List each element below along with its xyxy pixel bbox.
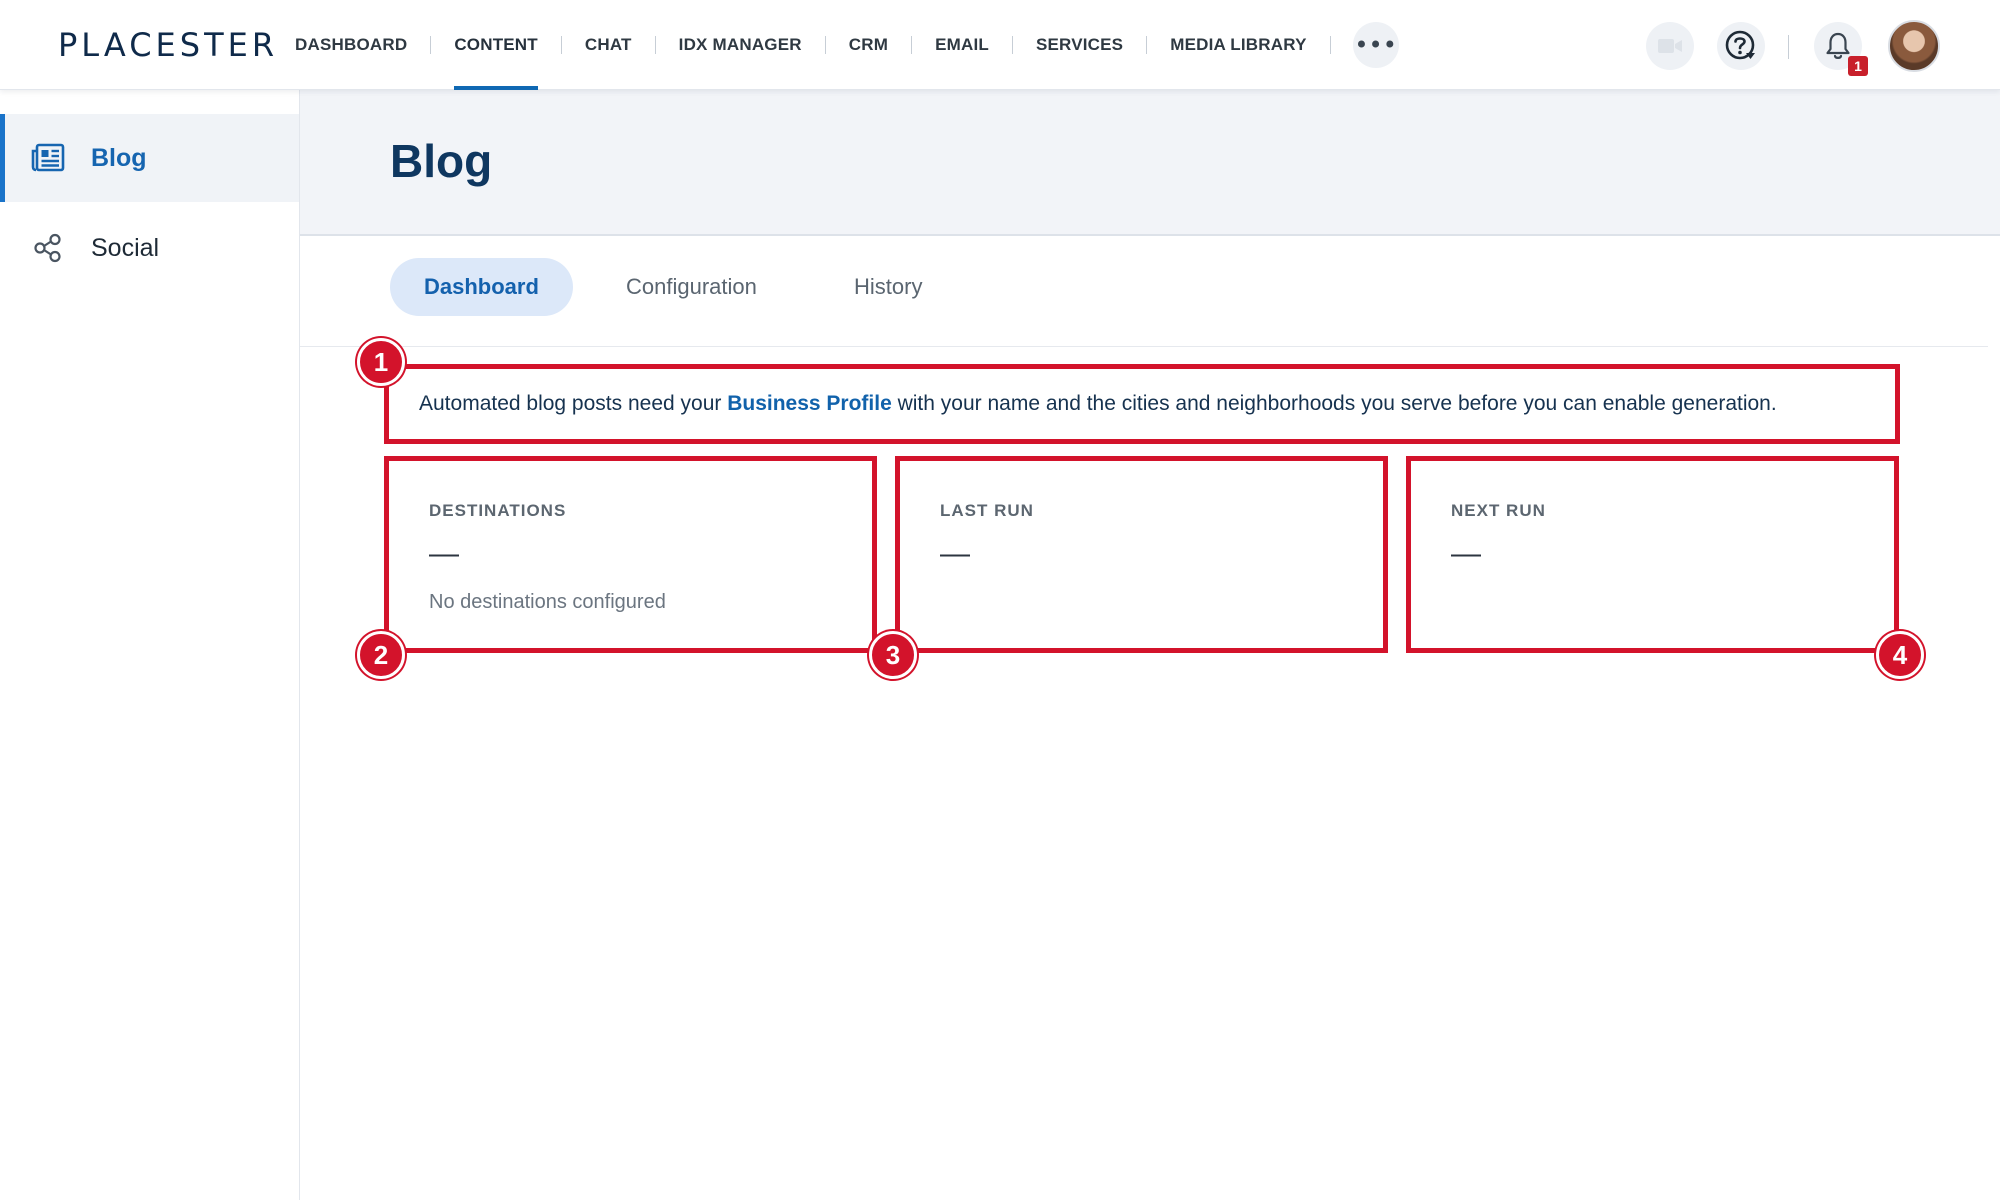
content-tabs: Dashboard Configuration History (300, 236, 1988, 347)
main-nav: DASHBOARD CONTENT CHAT IDX MANAGER CRM E… (272, 0, 1399, 90)
sidebar-item-social[interactable]: Social (0, 204, 299, 292)
nav-item-chat[interactable]: CHAT (562, 0, 655, 90)
card-title: LAST RUN (940, 501, 1034, 520)
business-profile-notice: Automated blog posts need your Business … (384, 364, 1900, 444)
sidebar-item-label: Blog (91, 143, 147, 172)
user-avatar[interactable] (1888, 20, 1940, 72)
help-button[interactable] (1717, 22, 1765, 70)
business-profile-link[interactable]: Business Profile (727, 392, 892, 416)
more-menu-button[interactable]: ••• (1352, 22, 1399, 68)
tab-configuration[interactable]: Configuration (592, 258, 791, 316)
annotation-marker-3: 3 (869, 631, 917, 679)
nav-item-media-library[interactable]: MEDIA LIBRARY (1147, 0, 1329, 90)
page-header: Blog (300, 90, 2000, 236)
toolbar-divider (1788, 35, 1789, 59)
card-value: — (1451, 537, 1481, 570)
page-title: Blog (390, 135, 493, 187)
top-navigation-bar: PLACESTER DASHBOARD CONTENT CHAT IDX MAN… (0, 0, 2000, 90)
card-title: NEXT RUN (1451, 501, 1546, 520)
sidebar-item-label: Social (91, 233, 160, 262)
newspaper-icon (30, 140, 66, 176)
next-run-card: NEXT RUN — (1406, 456, 1899, 653)
video-button[interactable] (1646, 22, 1694, 70)
sidebar-item-blog[interactable]: Blog (0, 114, 299, 202)
share-icon (30, 230, 66, 266)
notification-count-badge: 1 (1848, 56, 1868, 76)
help-question-icon (1725, 30, 1755, 60)
last-run-card: LAST RUN — (895, 456, 1388, 653)
nav-item-email[interactable]: EMAIL (912, 0, 1012, 90)
notice-text-before: Automated blog posts need your (419, 392, 728, 415)
notifications-button[interactable]: 1 (1814, 22, 1868, 76)
destinations-card: DESTINATIONS — No destinations configure… (384, 456, 877, 653)
annotation-marker-2: 2 (357, 631, 405, 679)
tab-dashboard[interactable]: Dashboard (390, 258, 573, 316)
nav-item-services[interactable]: SERVICES (1013, 0, 1146, 90)
card-title: DESTINATIONS (429, 501, 567, 520)
nav-divider (1329, 36, 1331, 54)
placester-logo[interactable]: PLACESTER (58, 26, 278, 64)
tab-history[interactable]: History (820, 258, 956, 316)
nav-item-dashboard[interactable]: DASHBOARD (272, 0, 430, 90)
video-camera-icon (1658, 39, 1682, 53)
nav-item-crm[interactable]: CRM (826, 0, 911, 90)
card-value: — (429, 537, 459, 570)
sidebar: Blog Social (0, 90, 300, 1200)
annotation-marker-4: 4 (1876, 631, 1924, 679)
nav-item-idx-manager[interactable]: IDX MANAGER (656, 0, 825, 90)
card-subtitle: No destinations configured (429, 591, 666, 613)
notice-text-after: with your name and the cities and neighb… (891, 392, 1777, 415)
nav-item-content[interactable]: CONTENT (431, 0, 561, 90)
annotation-marker-1: 1 (357, 338, 405, 386)
card-value: — (940, 537, 970, 570)
